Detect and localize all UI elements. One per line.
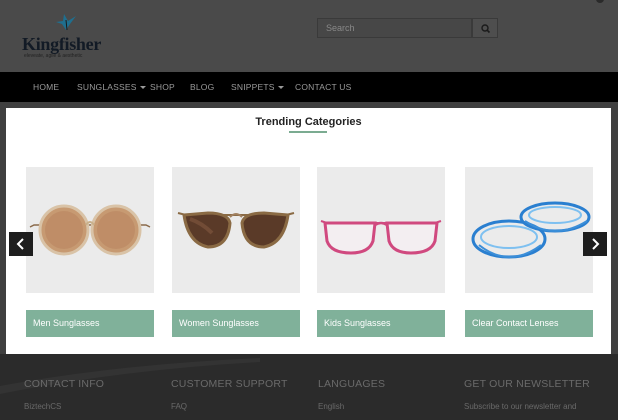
category-label[interactable]: Kids Sunglasses bbox=[317, 310, 445, 337]
search-button[interactable] bbox=[472, 18, 498, 38]
footer-contact-info: CONTACT INFO BiztechCS bbox=[24, 378, 164, 411]
nav-item-sunglasses[interactable]: SUNGLASSES bbox=[77, 72, 146, 102]
contact-lens-icon bbox=[471, 201, 591, 259]
category-label[interactable]: Women Sunglasses bbox=[172, 310, 300, 337]
round-sunglasses-icon bbox=[29, 204, 151, 256]
footer-link[interactable]: English bbox=[318, 402, 458, 411]
site-logo[interactable]: Kingfisher eleveate, agile & aesthetic bbox=[22, 12, 102, 60]
footer-link[interactable]: BiztechCS bbox=[24, 402, 164, 411]
search-input[interactable] bbox=[317, 18, 472, 38]
category-image[interactable] bbox=[465, 167, 593, 293]
footer-link[interactable]: FAQ bbox=[171, 402, 311, 411]
cat-eye-sunglasses-icon bbox=[177, 211, 295, 249]
modal-title: Trending Categories bbox=[255, 116, 362, 128]
pink-glasses-icon bbox=[320, 220, 442, 255]
logo-tagline: eleveate, agile & aesthetic bbox=[24, 53, 83, 59]
nav-item-home[interactable]: HOME bbox=[33, 72, 59, 102]
chevron-down-icon bbox=[139, 86, 146, 90]
category-image[interactable] bbox=[317, 167, 445, 293]
chevron-left-icon bbox=[16, 238, 24, 250]
site-header: Kingfisher eleveate, agile & aesthetic bbox=[0, 0, 618, 72]
main-nav: HOME SUNGLASSES SHOP BLOG SNIPPETS CONTA… bbox=[0, 72, 618, 102]
category-image[interactable] bbox=[172, 167, 300, 293]
nav-item-snippets[interactable]: SNIPPETS bbox=[231, 72, 284, 102]
carousel-prev-button[interactable] bbox=[9, 232, 33, 256]
nav-item-shop[interactable]: SHOP bbox=[150, 72, 175, 102]
chevron-down-icon bbox=[277, 86, 284, 90]
category-label[interactable]: Men Sunglasses bbox=[26, 310, 154, 337]
site-footer: CONTACT INFO BiztechCS CUSTOMER SUPPORT … bbox=[0, 354, 618, 420]
footer-heading: LANGUAGES bbox=[318, 378, 386, 390]
title-underline bbox=[289, 131, 327, 133]
trending-categories-modal: Trending Categories Men Sunglasses Women… bbox=[6, 108, 611, 354]
logo-wordmark: Kingfisher bbox=[22, 34, 102, 54]
footer-newsletter: GET OUR NEWSLETTER Subscribe to our news… bbox=[464, 378, 604, 411]
nav-item-contact-us[interactable]: CONTACT US bbox=[295, 72, 351, 102]
search-bar bbox=[317, 18, 498, 38]
cart-icon[interactable] bbox=[596, 0, 604, 3]
category-label[interactable]: Clear Contact Lenses bbox=[465, 310, 593, 337]
nav-item-blog[interactable]: BLOG bbox=[190, 72, 214, 102]
footer-heading: CONTACT INFO bbox=[24, 378, 105, 390]
category-image[interactable] bbox=[26, 167, 154, 293]
chevron-right-icon bbox=[592, 238, 600, 250]
kingfisher-bird-icon bbox=[56, 14, 76, 31]
footer-heading: CUSTOMER SUPPORT bbox=[171, 378, 288, 390]
footer-heading: GET OUR NEWSLETTER bbox=[464, 378, 590, 390]
newsletter-text: Subscribe to our newsletter and bbox=[464, 402, 577, 411]
search-icon bbox=[481, 24, 491, 34]
footer-languages: LANGUAGES English bbox=[318, 378, 458, 411]
carousel-next-button[interactable] bbox=[583, 232, 607, 256]
footer-customer-support: CUSTOMER SUPPORT FAQ bbox=[171, 378, 311, 411]
